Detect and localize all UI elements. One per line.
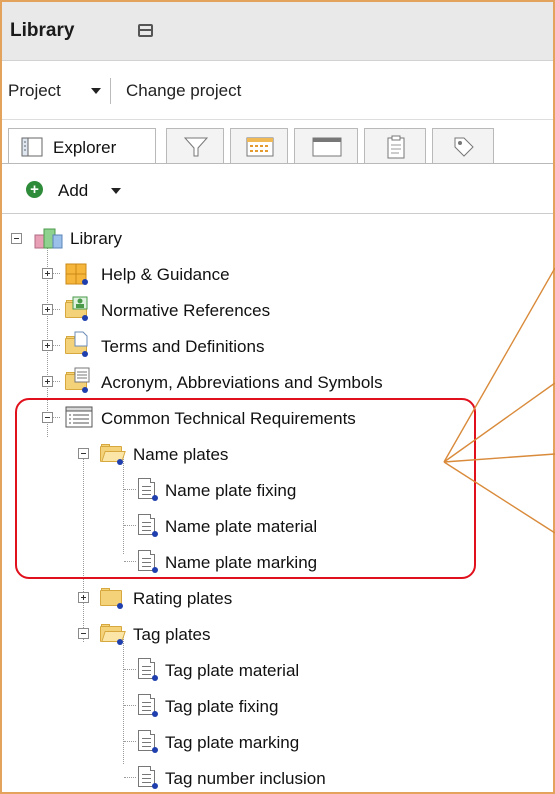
tab-window[interactable] bbox=[294, 128, 358, 164]
expand-icon[interactable] bbox=[42, 340, 53, 351]
add-toolbar: + Add bbox=[2, 169, 553, 214]
tree-node-tag-plate-material[interactable]: Tag plate material bbox=[2, 654, 542, 684]
tree-node-normative-references[interactable]: Normative References bbox=[2, 294, 542, 324]
tab-grid[interactable] bbox=[230, 128, 288, 164]
caret-down-icon[interactable] bbox=[91, 88, 101, 94]
tree-node-terms-definitions[interactable]: Terms and Definitions bbox=[2, 330, 542, 360]
status-dot bbox=[152, 783, 158, 789]
tree-label: Tag plate material bbox=[165, 661, 300, 680]
library-icon bbox=[34, 228, 63, 249]
panel-title: Library bbox=[10, 20, 75, 41]
panel-layout-icon[interactable] bbox=[138, 24, 153, 37]
tab-clipboard[interactable] bbox=[364, 128, 426, 164]
tree-node-tag-plates[interactable]: Tag plates bbox=[2, 618, 542, 648]
add-icon[interactable]: + bbox=[26, 181, 43, 198]
collapse-icon[interactable] bbox=[78, 628, 89, 639]
tree-label: Rating plates bbox=[133, 589, 233, 608]
tree-label: Terms and Definitions bbox=[101, 337, 265, 356]
status-dot bbox=[82, 279, 88, 285]
tab-filter[interactable] bbox=[166, 128, 224, 164]
list-document-icon bbox=[74, 367, 90, 383]
status-dot bbox=[117, 639, 123, 645]
tree-label: Library bbox=[70, 229, 122, 248]
tab-strip-rule bbox=[2, 163, 553, 164]
status-dot bbox=[117, 603, 123, 609]
expand-icon[interactable] bbox=[42, 268, 53, 279]
tag-icon bbox=[454, 137, 474, 157]
tab-label: Explorer bbox=[53, 138, 117, 157]
highlight-box bbox=[15, 398, 476, 579]
change-project-link[interactable]: Change project bbox=[126, 81, 241, 101]
status-dot bbox=[152, 747, 158, 753]
tree-label: Tag plate marking bbox=[165, 733, 300, 752]
tree-node-tag-number-inclusion[interactable]: Tag number inclusion bbox=[2, 762, 542, 792]
document-icon bbox=[74, 331, 88, 347]
status-dot bbox=[82, 315, 88, 321]
tree-label: Tag plate fixing bbox=[165, 697, 279, 716]
tree-label: Tag plates bbox=[133, 625, 211, 644]
tab-explorer[interactable]: Explorer bbox=[8, 128, 156, 164]
project-dropdown[interactable]: Project bbox=[8, 81, 61, 101]
status-dot bbox=[82, 387, 88, 393]
tab-strip: Explorer bbox=[2, 120, 553, 168]
panel-header: Library bbox=[2, 2, 553, 61]
user-badge-icon bbox=[72, 296, 88, 310]
expand-icon[interactable] bbox=[42, 304, 53, 315]
expand-icon[interactable] bbox=[42, 376, 53, 387]
clipboard-icon bbox=[387, 135, 405, 159]
status-dot bbox=[152, 675, 158, 681]
tree-label: Tag number inclusion bbox=[165, 769, 326, 788]
expand-icon[interactable] bbox=[78, 592, 89, 603]
tree-label: Help & Guidance bbox=[101, 265, 230, 284]
separator bbox=[110, 78, 111, 104]
tree-label: Normative References bbox=[101, 301, 271, 320]
window-icon bbox=[312, 137, 342, 157]
status-dot bbox=[152, 711, 158, 717]
grid-icon bbox=[246, 137, 274, 157]
tree-node-acronyms[interactable]: Acronym, Abbreviations and Symbols bbox=[2, 366, 542, 396]
tree-label: Acronym, Abbreviations and Symbols bbox=[101, 373, 383, 392]
tree-node-tag-plate-fixing[interactable]: Tag plate fixing bbox=[2, 690, 542, 720]
tab-tag[interactable] bbox=[432, 128, 494, 164]
explorer-icon bbox=[21, 137, 43, 157]
library-panel: Library Project Change project Explorer bbox=[0, 0, 555, 794]
collapse-icon[interactable] bbox=[11, 233, 22, 244]
tree-node-tag-plate-marking[interactable]: Tag plate marking bbox=[2, 726, 542, 756]
status-dot bbox=[82, 351, 88, 357]
project-bar: Project Change project bbox=[2, 61, 553, 120]
tree-node-help-guidance[interactable]: Help & Guidance bbox=[2, 258, 542, 288]
tree-node-rating-plates[interactable]: Rating plates bbox=[2, 582, 542, 612]
tree-node-root[interactable]: Library bbox=[2, 222, 542, 252]
caret-down-icon[interactable] bbox=[111, 188, 121, 194]
add-button[interactable]: Add bbox=[58, 181, 88, 201]
filter-icon bbox=[184, 137, 208, 157]
